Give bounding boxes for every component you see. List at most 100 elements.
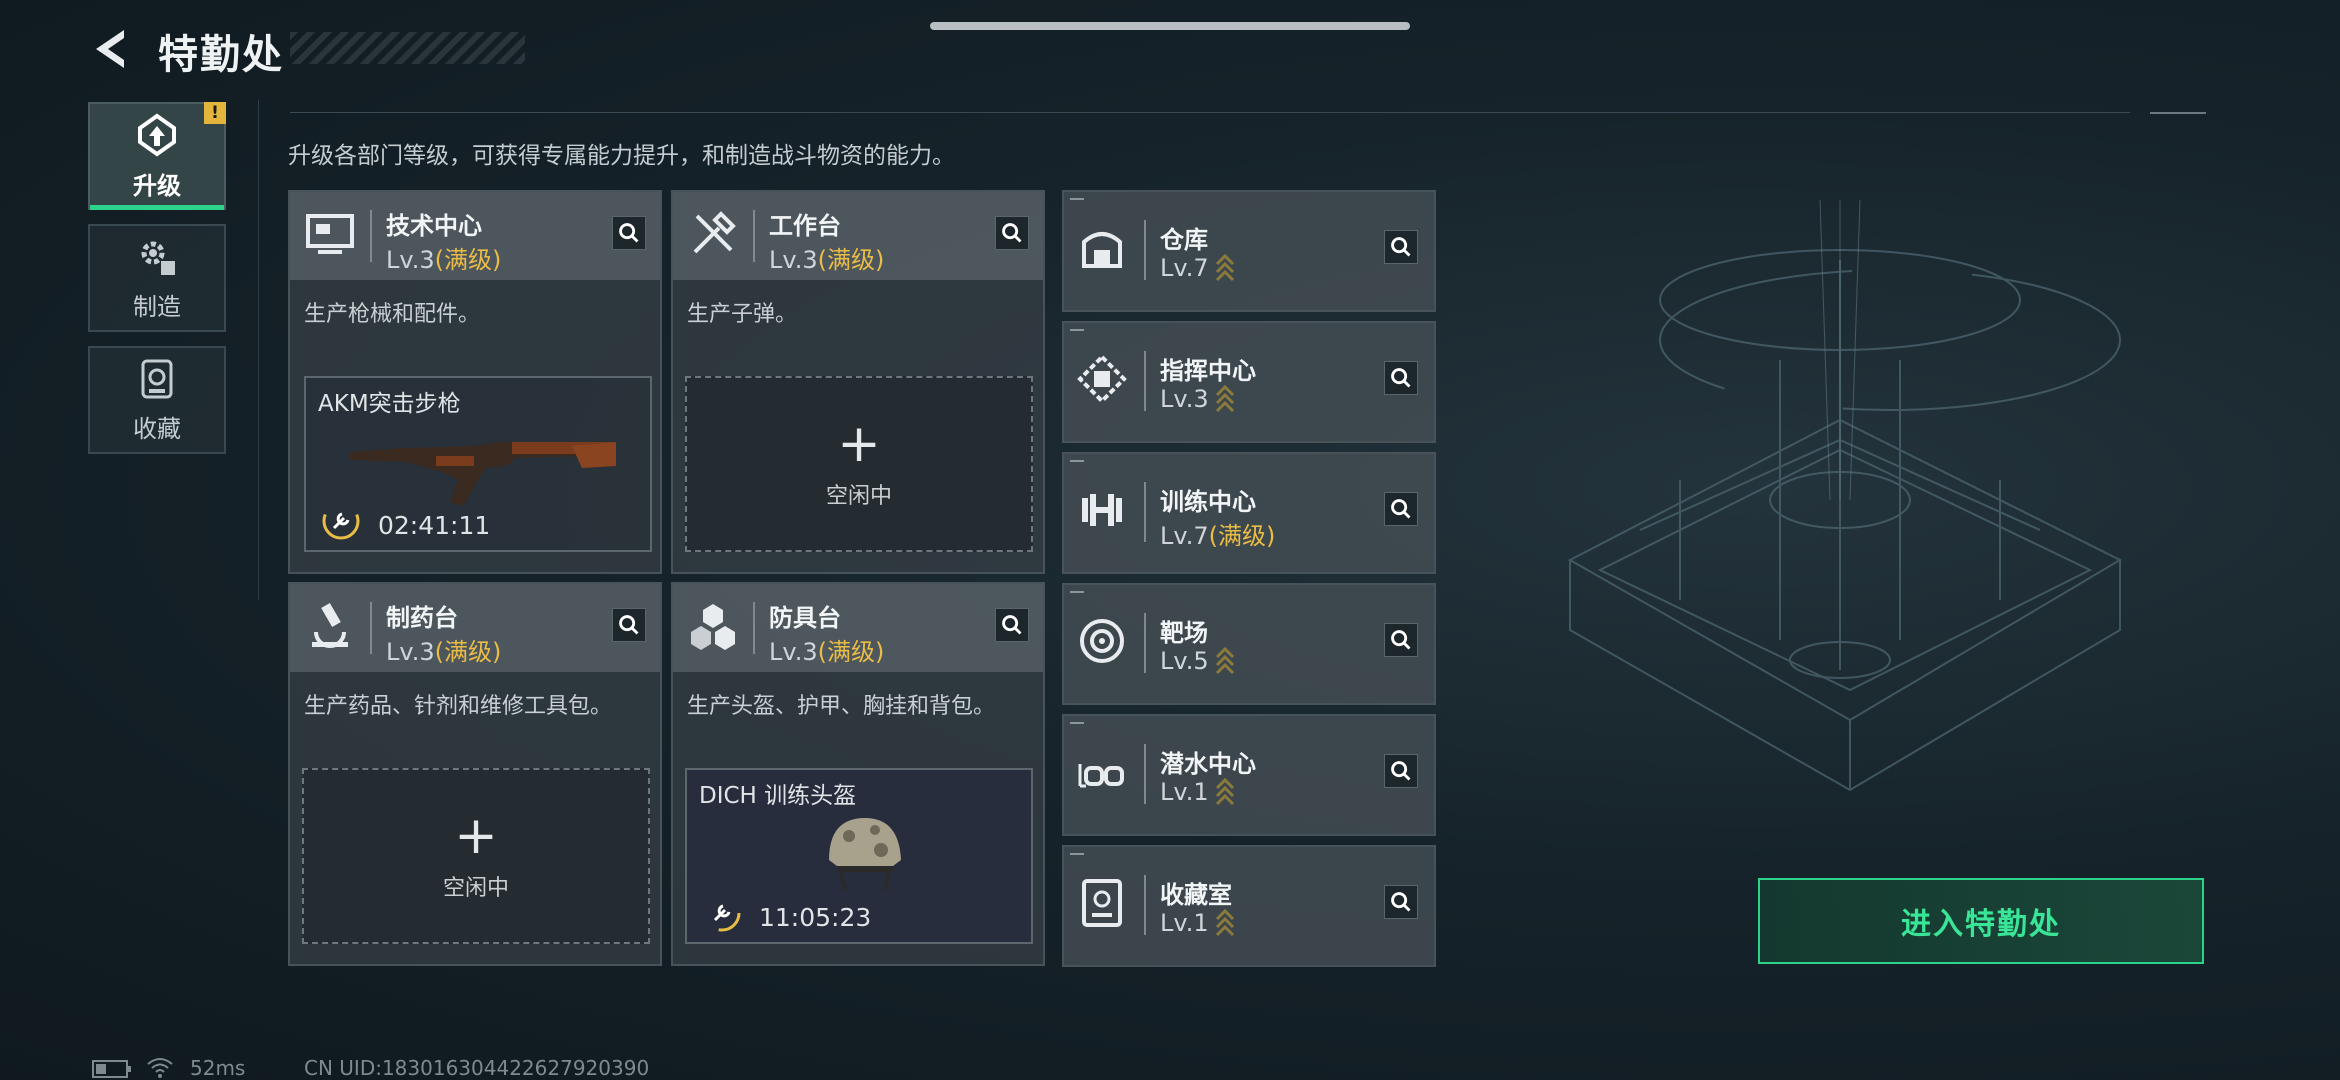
- corner-mark: [1070, 460, 1084, 466]
- workshop-level: Lv.3(满级): [769, 246, 885, 274]
- back-arrow-icon[interactable]: [88, 24, 138, 74]
- workshop-description: 生产枪械和配件。: [304, 302, 481, 327]
- department-name: 潜水中心: [1160, 750, 1256, 778]
- separator: [370, 602, 372, 654]
- helmet-image: [829, 818, 901, 891]
- command-center-icon: [1077, 354, 1127, 404]
- upgrade-available-chevron-icon: [1215, 254, 1234, 282]
- corner-mark: [1070, 198, 1084, 204]
- department-level: Lv.7: [1160, 254, 1235, 284]
- max-level-tag: (满级): [434, 246, 502, 274]
- search-icon[interactable]: [1384, 492, 1418, 526]
- corner-mark: [1070, 591, 1084, 597]
- craft-gear-icon: [141, 241, 175, 275]
- production-slot-empty[interactable]: + 空闲中: [302, 768, 650, 944]
- separator: [1144, 351, 1146, 411]
- department-card[interactable]: 指挥中心 Lv.3: [1062, 321, 1436, 443]
- search-icon[interactable]: [1384, 623, 1418, 657]
- separator: [753, 602, 755, 654]
- collection-icon: [141, 359, 173, 398]
- upgrade-available-chevron-icon: [1215, 778, 1234, 806]
- rifle-image: [350, 442, 616, 506]
- workshop-card-workbench[interactable]: 工作台 Lv.3(满级) 生产子弹。 + 空闲中: [671, 190, 1045, 574]
- production-slot-busy[interactable]: AKM突击步枪 02:41:11: [304, 376, 652, 552]
- warehouse-icon: [1082, 232, 1122, 268]
- department-name: 收藏室: [1160, 881, 1232, 909]
- search-icon[interactable]: [1384, 885, 1418, 919]
- collection-room-icon: [1082, 879, 1122, 927]
- max-level-tag: (满级): [434, 638, 502, 666]
- active-indicator: [90, 205, 224, 210]
- workshop-description: 生产头盔、护甲、胸挂和背包。: [687, 694, 996, 719]
- department-level: Lv.3: [1160, 385, 1235, 415]
- workshop-card-tech-center[interactable]: 技术中心 Lv.3(满级) 生产枪械和配件。 AKM突击步枪 02:41:11: [288, 190, 662, 574]
- production-slot-busy[interactable]: DICH 训练头盔 11:05:23: [685, 768, 1033, 944]
- workshop-level: Lv.3(满级): [386, 246, 502, 274]
- search-icon[interactable]: [612, 216, 646, 250]
- divider: [290, 112, 2130, 113]
- corner-mark: [1070, 722, 1084, 728]
- production-timer: 02:41:11: [378, 511, 491, 540]
- ping-readout: 52ms: [190, 1056, 246, 1080]
- department-card[interactable]: 靶场 Lv.5: [1062, 583, 1436, 705]
- separator: [753, 210, 755, 262]
- divider: [2150, 112, 2206, 114]
- item-name: AKM突击步枪: [318, 391, 461, 417]
- divider: [258, 100, 259, 600]
- page-description: 升级各部门等级，可获得专属能力提升，和制造战斗物资的能力。: [288, 143, 955, 169]
- wifi-icon: [147, 1058, 173, 1078]
- workshop-name: 防具台: [769, 604, 841, 632]
- tech-center-icon: [306, 214, 354, 254]
- department-card[interactable]: 潜水中心 Lv.1: [1062, 714, 1436, 836]
- department-level: Lv.7(满级): [1160, 522, 1276, 550]
- workshop-card-armor[interactable]: 防具台 Lv.3(满级) 生产头盔、护甲、胸挂和背包。 DICH 训练头盔 11…: [671, 582, 1045, 966]
- microscope-icon: [312, 602, 348, 648]
- upgrade-available-chevron-icon: [1215, 647, 1234, 675]
- nav-label: 升级: [133, 171, 181, 200]
- search-icon[interactable]: [1384, 754, 1418, 788]
- dumbbell-icon: [1082, 494, 1122, 526]
- nav-tab-collection[interactable]: 收藏: [88, 346, 226, 454]
- department-level: Lv.5: [1160, 647, 1235, 677]
- max-level-tag: (满级): [817, 638, 885, 666]
- player-uid: CN UID:1830163044226279203​90: [304, 1056, 650, 1080]
- department-card[interactable]: 训练中心 Lv.7(满级): [1062, 452, 1436, 574]
- enter-special-ops-button[interactable]: 进入特勤处: [1758, 878, 2204, 964]
- production-slot-empty[interactable]: + 空闲中: [685, 376, 1033, 552]
- workshop-name: 制药台: [386, 604, 458, 632]
- nav-tab-upgrade[interactable]: ! 升级: [88, 102, 226, 210]
- alert-badge: !: [204, 102, 226, 124]
- department-name: 训练中心: [1160, 488, 1256, 516]
- separator: [1144, 220, 1146, 280]
- search-icon[interactable]: [995, 608, 1029, 642]
- workshop-level: Lv.3(满级): [769, 638, 885, 666]
- corner-mark: [1070, 853, 1084, 859]
- battery-icon: [92, 1060, 131, 1078]
- department-card[interactable]: 仓库 Lv.7: [1062, 190, 1436, 312]
- upgrade-available-chevron-icon: [1215, 909, 1234, 937]
- wrench-timer-icon: [322, 502, 360, 540]
- nav-tab-craft[interactable]: 制造: [88, 224, 226, 332]
- nav-label: 制造: [133, 292, 181, 321]
- separator: [1144, 875, 1146, 935]
- production-timer: 11:05:23: [759, 903, 872, 932]
- top-drag-handle[interactable]: [930, 22, 1410, 30]
- wrench-timer-icon: [703, 894, 741, 932]
- department-level: Lv.1: [1160, 778, 1235, 808]
- workbench-tools-icon: [693, 211, 736, 254]
- max-level-tag: (满级): [817, 246, 885, 274]
- department-card[interactable]: 收藏室 Lv.1: [1062, 845, 1436, 967]
- search-icon[interactable]: [1384, 230, 1418, 264]
- search-icon[interactable]: [995, 216, 1029, 250]
- department-name: 靶场: [1160, 619, 1208, 647]
- department-name: 仓库: [1160, 226, 1208, 254]
- corner-mark: [1070, 329, 1084, 335]
- search-icon[interactable]: [1384, 361, 1418, 395]
- upgrade-icon: [138, 113, 176, 156]
- workshop-description: 生产药品、针剂和维修工具包。: [304, 694, 613, 719]
- nav-label: 收藏: [133, 414, 181, 443]
- workshop-name: 技术中心: [386, 212, 482, 240]
- department-level: Lv.1: [1160, 909, 1235, 939]
- search-icon[interactable]: [612, 608, 646, 642]
- workshop-card-pharmacy[interactable]: 制药台 Lv.3(满级) 生产药品、针剂和维修工具包。 + 空闲中: [288, 582, 662, 966]
